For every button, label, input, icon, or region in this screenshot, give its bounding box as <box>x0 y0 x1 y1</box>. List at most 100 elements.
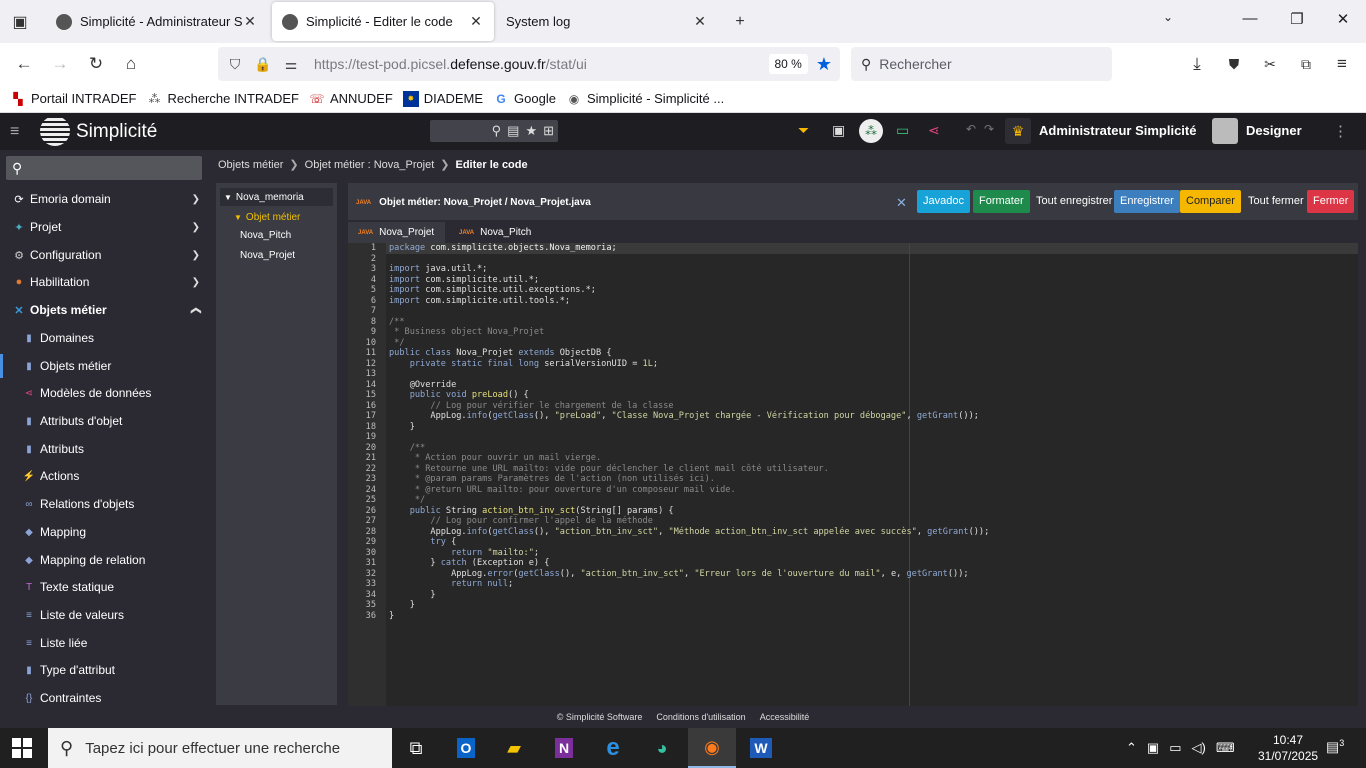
bookmark-recherche-intradef[interactable]: ⁂ Recherche INTRADEF <box>146 91 298 107</box>
sidebar-group-habilitation[interactable]: ● Habilitation ❯ <box>0 268 210 296</box>
notifications-icon[interactable]: ▤3 <box>1326 738 1344 756</box>
firefox-view-icon[interactable]: ▣ <box>6 8 34 36</box>
file-explorer-icon[interactable]: ▰ <box>490 728 538 768</box>
sidebar-item-type-attribut[interactable]: ▮ Type d'attribut <box>0 656 210 684</box>
battery-icon[interactable]: ▭ <box>1169 740 1181 756</box>
sidebar-group-configuration[interactable]: ⚙ Configuration ❯ <box>0 241 210 269</box>
modules-icon[interactable]: ⁂ <box>859 119 883 143</box>
sidebar-item-relations-objets[interactable]: ∞ Relations d'objets <box>0 490 210 518</box>
bookmark-google[interactable]: G Google <box>493 91 556 107</box>
editor-tab-nova-projet[interactable]: JAVA Nova_Projet <box>348 222 445 243</box>
browser-tab-admin[interactable]: Simplicité - Administrateur Simplicité ✕ <box>46 2 268 41</box>
shield-icon[interactable]: ⛉ <box>224 56 246 73</box>
translate-icon[interactable]: ▣ <box>832 122 845 139</box>
menu-icon[interactable]: ≡ <box>1330 53 1354 75</box>
tree-node-file[interactable]: Nova_Pitch <box>236 226 291 244</box>
sidebar-item-domaines[interactable]: ▮ Domaines <box>0 324 210 352</box>
breadcrumb-item[interactable]: Objets métier <box>218 159 283 171</box>
tree-node-root[interactable]: ▼ Nova_memoria <box>220 188 333 206</box>
kebab-menu-icon[interactable]: ⋮ <box>1333 122 1348 140</box>
network-icon[interactable]: ▣ <box>1147 740 1159 756</box>
close-tab-icon[interactable]: ✕ <box>468 13 484 30</box>
sidebar-group-projet[interactable]: ✦ Projet ❯ <box>0 213 210 241</box>
sidebar-item-contraintes[interactable]: {} Contraintes <box>0 684 210 712</box>
url-bar[interactable]: ⛉ 🔒 ⚌ https://test-pod.picsel.defense.go… <box>218 47 840 81</box>
object-list-icon[interactable]: ▤ <box>507 123 519 139</box>
permissions-icon[interactable]: ⚌ <box>280 56 302 73</box>
sidebar-item-modeles-de-donnees[interactable]: ⋖ Modèles de données <box>0 379 210 407</box>
maximize-icon[interactable]: ❐ <box>1285 10 1309 28</box>
undo-icon[interactable]: ↶ <box>966 122 976 136</box>
task-view-icon[interactable]: ⧉ <box>392 728 440 768</box>
scope-icon[interactable]: ♛ <box>1005 118 1031 144</box>
close-window-icon[interactable]: ✕ <box>1331 10 1355 28</box>
word-icon[interactable]: W <box>737 728 785 768</box>
scope-label[interactable]: Administrateur Simplicité <box>1039 123 1196 138</box>
volume-icon[interactable]: ◁) <box>1192 740 1206 756</box>
search-icon[interactable]: ⚲ <box>492 123 502 139</box>
user-avatar[interactable] <box>1212 118 1238 144</box>
footer-terms-link[interactable]: Conditions d'utilisation <box>656 712 745 728</box>
browser-search-input[interactable]: ⚲ Rechercher <box>851 47 1112 81</box>
close-tab-icon[interactable]: ✕ <box>692 13 708 30</box>
redo-icon[interactable]: ↷ <box>984 122 994 136</box>
back-arrow-icon[interactable]: ← <box>12 53 36 75</box>
reload-icon[interactable]: ↻ <box>84 53 108 75</box>
monitor-icon[interactable]: ▭ <box>896 122 909 139</box>
compare-button[interactable]: Comparer <box>1180 190 1241 213</box>
sidebar-item-mapping[interactable]: ◆ Mapping <box>0 518 210 546</box>
javadoc-button[interactable]: Javadoc <box>917 190 970 213</box>
sidebar-item-actions[interactable]: ⚡ Actions <box>0 462 210 490</box>
close-button[interactable]: Fermer <box>1307 190 1355 213</box>
extensions-puzzle-icon[interactable]: ⧉ <box>1294 53 1318 75</box>
taskbar-search-input[interactable]: ⚲ Tapez ici pour effectuer une recherche <box>48 728 392 768</box>
zoom-level-badge[interactable]: 80 % <box>768 54 808 74</box>
format-button[interactable]: Formater <box>973 190 1030 213</box>
firefox-icon[interactable]: ◉ <box>688 728 736 768</box>
sidebar-item-liste-liee[interactable]: ≡ Liste liée <box>0 629 210 657</box>
outlook-icon[interactable]: O <box>442 728 490 768</box>
browser-tab-system-log[interactable]: System log ✕ <box>496 2 718 41</box>
user-name[interactable]: Designer <box>1246 123 1302 138</box>
home-icon[interactable]: ⌂ <box>119 53 143 75</box>
chevron-up-icon[interactable]: ⌃ <box>1126 740 1137 756</box>
editor-tab-nova-pitch[interactable]: JAVA Nova_Pitch <box>449 222 546 243</box>
taskbar-clock[interactable]: 10:47 31/07/2025 <box>1258 732 1318 764</box>
app-logo-text[interactable]: Simplicité <box>76 121 157 143</box>
bookmark-star-icon[interactable]: ★ <box>816 54 832 75</box>
favorites-star-icon[interactable]: ★ <box>525 123 537 139</box>
bookmark-simplicite[interactable]: ◉ Simplicité - Simplicité ... <box>566 91 725 107</box>
keyboard-icon[interactable]: ⌨ <box>1216 740 1235 756</box>
sidebar-item-attributs-objet[interactable]: ▮ Attributs d'objet <box>0 407 210 435</box>
internet-explorer-icon[interactable]: e <box>589 728 637 768</box>
tab-list-chevron-icon[interactable]: ⌄ <box>1156 10 1180 24</box>
bookmark-portail-intradef[interactable]: ▚ Portail INTRADEF <box>10 91 136 107</box>
extension-icon[interactable]: ✂ <box>1258 53 1282 75</box>
new-tab-plus-icon[interactable]: + <box>726 8 754 36</box>
tree-node-folder[interactable]: ▼ Objet métier <box>230 208 300 226</box>
sidebar-item-mapping-de-relation[interactable]: ◆ Mapping de relation <box>0 546 210 574</box>
sidebar-item-texte-statique[interactable]: T Texte statique <box>0 573 210 601</box>
save-all-button[interactable]: Tout enregistrer <box>1030 190 1118 213</box>
close-tab-icon[interactable]: ✕ <box>242 13 258 30</box>
sidebar-item-liste-de-valeurs[interactable]: ≡ Liste de valeurs <box>0 601 210 629</box>
filter-icon[interactable]: ⏷ <box>798 122 809 139</box>
minimize-icon[interactable]: — <box>1238 10 1262 27</box>
share-icon[interactable]: ⋖ <box>928 122 940 139</box>
header-search-box[interactable]: ⚲ ▤ ★ ⊞ <box>430 120 558 142</box>
tree-node-file[interactable]: Nova_Projet <box>236 246 295 264</box>
bookmark-diademe[interactable]: ✸ DIADEME <box>402 90 483 107</box>
sidebar-search-input[interactable]: ⚲ <box>6 156 202 180</box>
forward-arrow-icon[interactable]: → <box>48 53 72 75</box>
close-editor-icon[interactable]: ✕ <box>896 195 907 211</box>
windows-start-icon[interactable] <box>12 738 32 758</box>
hamburger-menu-icon[interactable]: ≡ <box>10 123 19 141</box>
sidebar-group-emoria-domain[interactable]: ⟳ Emoria domain ❯ <box>0 185 210 213</box>
footer-accessibility-link[interactable]: Accessibilité <box>760 712 810 728</box>
lock-icon[interactable]: 🔒 <box>252 56 274 73</box>
sidebar-group-objets-metier[interactable]: ✕ Objets métier ❯ <box>0 296 210 324</box>
browser-tab-editor[interactable]: Simplicité - Editer le code ✕ <box>272 2 494 41</box>
close-all-button[interactable]: Tout fermer <box>1242 190 1310 213</box>
onenote-icon[interactable]: N <box>540 728 588 768</box>
url-text[interactable]: https://test-pod.picsel.defense.gouv.fr/… <box>314 56 769 72</box>
